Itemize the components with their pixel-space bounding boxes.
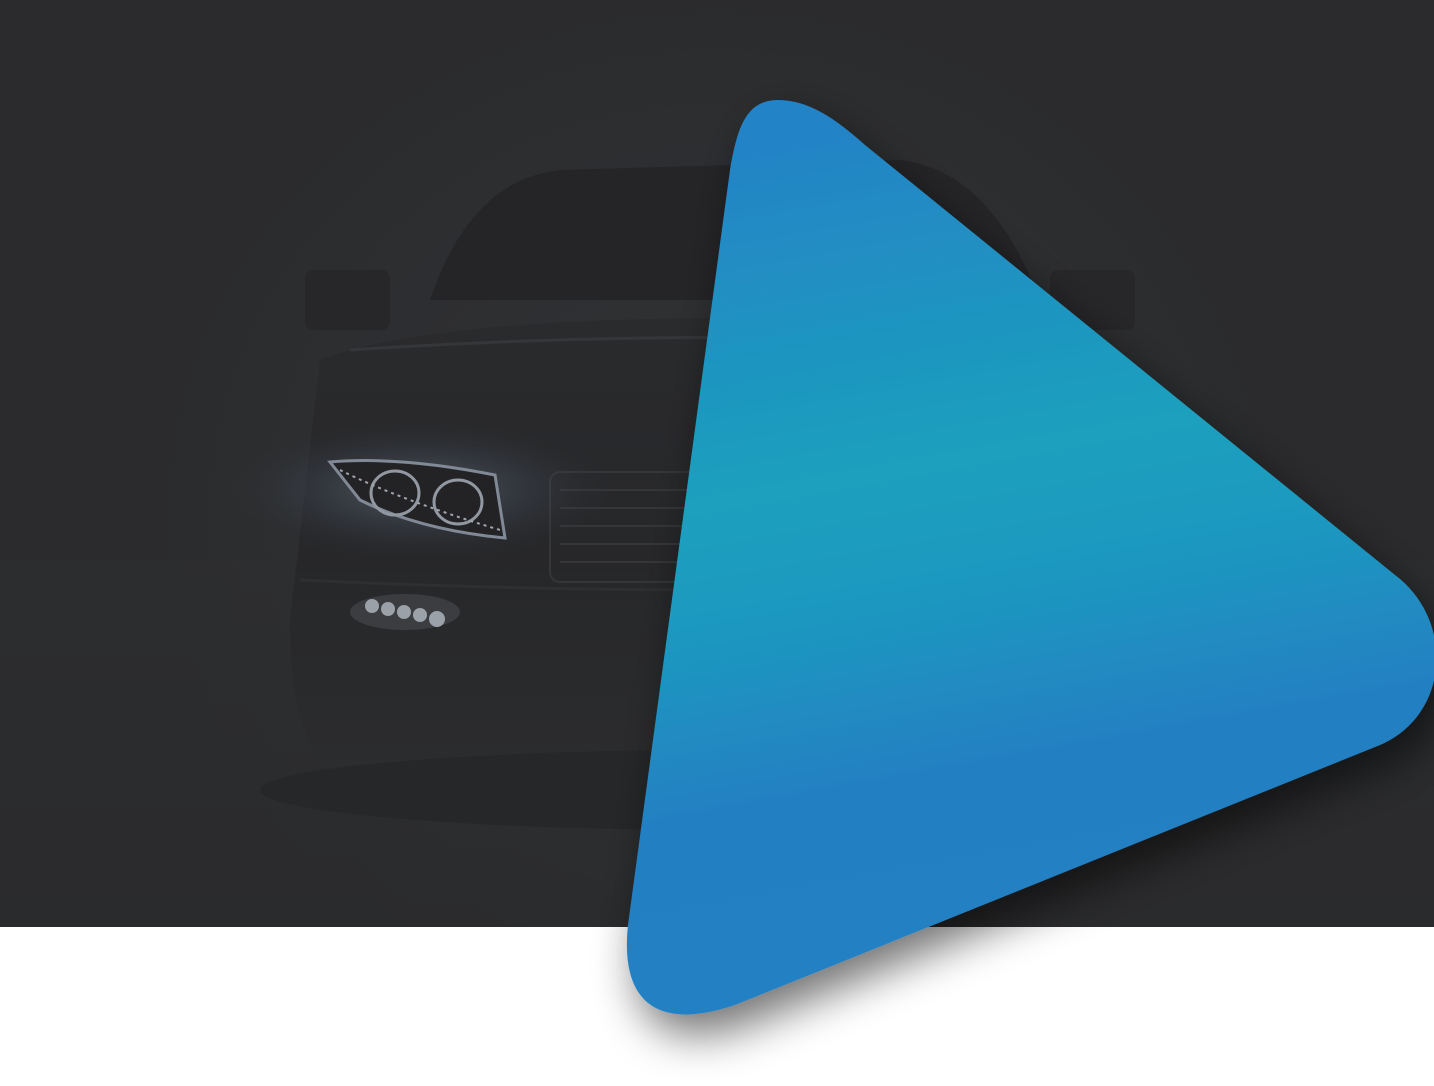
car-photo — [0, 0, 1434, 927]
hero-background — [0, 0, 1434, 927]
hero-banner — [0, 0, 1434, 1086]
